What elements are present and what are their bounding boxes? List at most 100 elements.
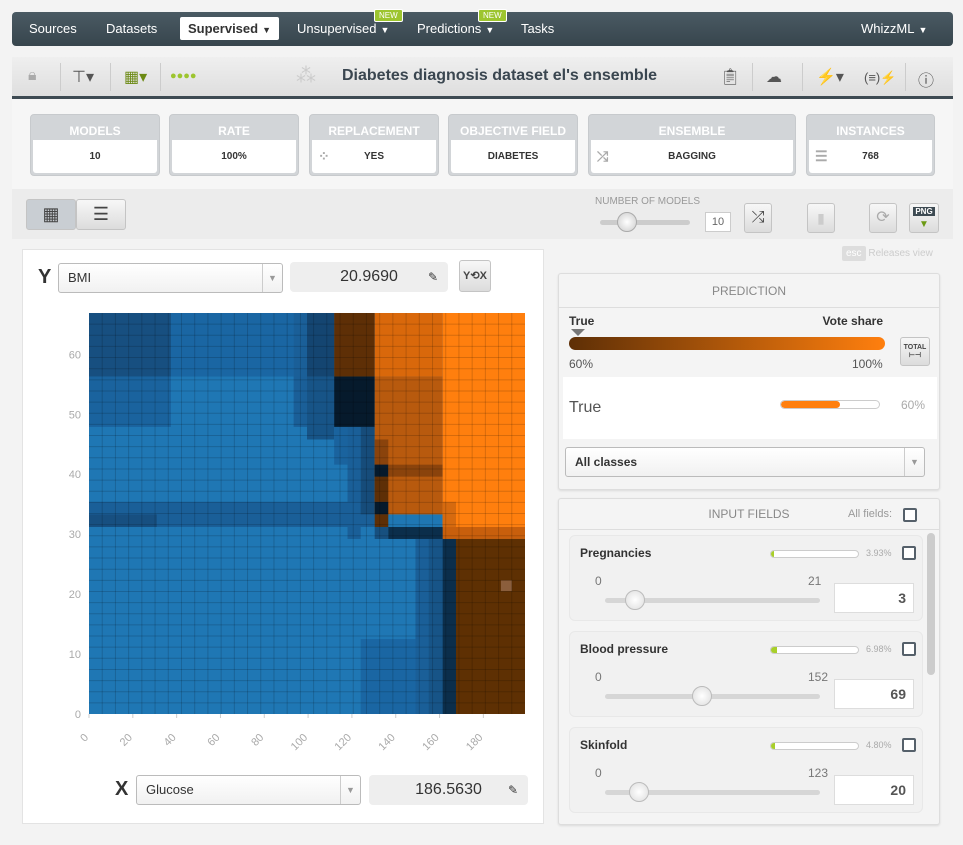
importance-bar xyxy=(770,646,859,654)
tree-menu-icon[interactable]: ⊤▾ xyxy=(72,67,94,87)
divider xyxy=(160,63,161,91)
field-slider-handle[interactable] xyxy=(625,590,646,610)
lock-icon[interactable]: 🔒︎ xyxy=(28,67,37,85)
card-value: 768 xyxy=(862,151,879,162)
class-filter-select[interactable]: All classes ▼ xyxy=(565,447,925,477)
x-field-select[interactable]: Glucose ▼ xyxy=(136,775,361,805)
field-value-input[interactable]: 69 xyxy=(834,679,914,709)
all-fields-checkbox[interactable] xyxy=(903,508,917,522)
field-value-input[interactable]: 3 xyxy=(834,583,914,613)
nav-sources[interactable]: Sources xyxy=(29,21,77,36)
heatmap-region xyxy=(442,526,525,539)
heatmap-region xyxy=(428,538,443,714)
confidence-pct: 60% xyxy=(901,398,926,412)
card-value: YES xyxy=(363,151,384,162)
releases-view[interactable]: esc Releases view xyxy=(842,246,933,261)
info-icon[interactable]: ⓘ xyxy=(918,67,934,91)
png-export-button[interactable]: PNG ▼ xyxy=(909,203,939,233)
y-tick-label: 40 xyxy=(69,469,81,481)
page-title: Diabetes diagnosis dataset el's ensemble xyxy=(342,67,658,84)
y-tick-label: 20 xyxy=(69,589,81,601)
field-checkbox[interactable] xyxy=(902,738,916,752)
nav-whizzml[interactable]: WhizzML ▼ xyxy=(861,21,927,36)
predict-icon[interactable]: ⚡▾ xyxy=(816,67,844,87)
importance-bar xyxy=(770,550,859,558)
chevron-down-icon: ▼ xyxy=(340,776,360,804)
x-value: 186.5630 xyxy=(415,781,482,798)
importance-pct: 3.93% xyxy=(866,548,892,558)
gradient-min: 60% xyxy=(569,357,594,371)
batch-predict-icon[interactable]: (≡)⚡ xyxy=(864,70,896,86)
models-slider-handle[interactable] xyxy=(617,212,637,232)
models-count-input[interactable]: 10 xyxy=(705,212,731,232)
heatmap-region xyxy=(170,313,294,377)
status-dots-icon: ●●●● xyxy=(170,70,197,82)
card-label: ENSEMBLE xyxy=(658,124,726,138)
heatmap-region xyxy=(360,426,375,515)
heatmap-region xyxy=(374,526,389,539)
marker-triangle-icon xyxy=(571,329,585,336)
grid-icon: ▦ xyxy=(42,204,60,224)
prediction-result: True 60% xyxy=(563,377,937,439)
chevron-down-icon: ▼ xyxy=(485,25,495,35)
chevron-down-icon: ▼ xyxy=(904,448,924,476)
x-tick-label: 100 xyxy=(289,732,310,753)
list-view-button[interactable]: ☰ xyxy=(76,199,126,230)
heatmap-region xyxy=(374,501,389,515)
field-importance-icon[interactable]: ▦▾ xyxy=(124,67,147,87)
total-button[interactable]: TOTAL ⊢⊣ xyxy=(900,337,930,366)
view-controls: ▦ ☰ NUMBER OF MODELS 10 ⤮ ▮ ⟳ PNG ▼ xyxy=(12,189,953,239)
field-slider-handle[interactable] xyxy=(629,782,650,802)
divider xyxy=(110,63,111,91)
nav-unsupervised[interactable]: Unsupervised ▼ xyxy=(297,21,389,36)
pencil-icon[interactable]: ✎ xyxy=(508,775,518,805)
field-slider[interactable] xyxy=(605,694,820,699)
importance-bar xyxy=(770,742,859,750)
x-field-value: Glucose xyxy=(146,782,194,797)
x-value-input[interactable]: 186.5630 ✎ xyxy=(369,775,528,805)
heatmap-region xyxy=(374,439,389,465)
field-slider-handle[interactable] xyxy=(691,686,712,706)
grid-view-button[interactable]: ▦ xyxy=(26,199,76,230)
predicted-class: True xyxy=(569,399,602,416)
card-label: MODELS xyxy=(69,124,121,138)
heatmap-region xyxy=(500,580,512,592)
decision-map-panel: Y BMI ▼ 20.9690 ✎ Y⟲X 0 10 20 30 40 50 60 0 20 40 60… xyxy=(22,249,544,824)
nav-datasets[interactable]: Datasets xyxy=(106,21,157,36)
x-tick-label: 120 xyxy=(333,732,354,753)
confidence-bar xyxy=(780,400,880,409)
nav-label: Unsupervised xyxy=(297,21,377,36)
field-checkbox[interactable] xyxy=(902,546,916,560)
x-tick-label: 40 xyxy=(162,732,179,749)
field-min: 0 xyxy=(595,670,602,684)
heatmap-region xyxy=(415,538,429,714)
clipboard-download-icon[interactable]: 📋︎ xyxy=(720,67,740,87)
releases-view-label: Releases view xyxy=(868,248,933,259)
x-tick-label: 0 xyxy=(78,732,91,745)
field-checkbox[interactable] xyxy=(902,642,916,656)
legend-vote-share: Vote share xyxy=(822,314,883,328)
divider xyxy=(752,63,753,91)
card-objective-field: OBJECTIVE FIELD DIABETES xyxy=(448,114,578,176)
chevron-down-icon: ▼ xyxy=(380,25,390,35)
scrollbar[interactable] xyxy=(927,533,935,675)
field-min: 0 xyxy=(595,766,602,780)
shuffle-models-button[interactable]: ⤮ xyxy=(744,203,772,233)
input-field-skinfold: Skinfold 4.80% 0 123 20 xyxy=(569,727,923,813)
divider xyxy=(60,63,61,91)
chart-button[interactable]: ▮ xyxy=(807,203,835,233)
models-slider[interactable] xyxy=(600,220,690,225)
nav-predictions[interactable]: Predictions ▼ xyxy=(417,21,494,36)
card-value: DIABETES xyxy=(451,140,575,173)
new-badge: NEW xyxy=(478,9,507,22)
nav-supervised[interactable]: Supervised ▼ xyxy=(180,17,280,40)
nav-tasks[interactable]: Tasks xyxy=(521,21,554,36)
cloud-download-icon[interactable]: ☁︎ xyxy=(766,67,782,87)
shuffle-icon: ⤮ xyxy=(597,148,609,164)
decision-heatmap[interactable]: 0 10 20 30 40 50 60 0 20 40 60 80 100 120 140 160 180 xyxy=(23,250,545,825)
nav-label: Predictions xyxy=(417,21,482,36)
resource-toolbar: 🔒︎ ⊤▾ ▦▾ ●●●● ⁂ Diabetes diagnosis datas… xyxy=(12,57,953,99)
x-tick-label: 60 xyxy=(205,732,222,749)
field-value-input[interactable]: 20 xyxy=(834,775,914,805)
refresh-button[interactable]: ⟳ xyxy=(869,203,897,233)
